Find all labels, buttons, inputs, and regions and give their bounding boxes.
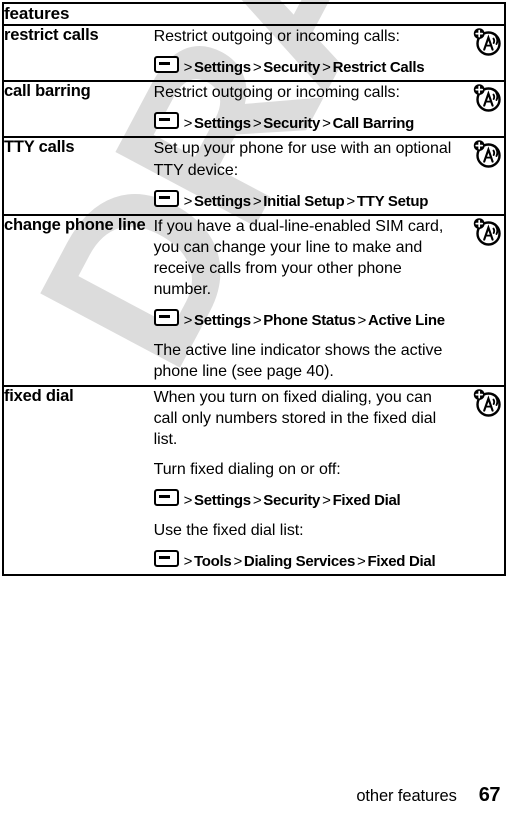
path-separator: >	[183, 553, 193, 571]
description-paragraph: The active line indicator shows the acti…	[153, 342, 443, 381]
path-separator: >	[252, 192, 262, 210]
path-separator: >	[322, 491, 331, 509]
feature-description: Restrict outgoing or incoming calls: > Set…	[153, 23, 455, 82]
path-separator: >	[183, 59, 193, 77]
path-crumb: Dialing Services	[243, 553, 355, 571]
network-a-indicator-icon	[472, 26, 504, 58]
network-a-indicator-icon	[472, 216, 504, 248]
path-crumb: Initial Setup	[263, 192, 345, 210]
path-crumb: Tools	[194, 553, 232, 571]
network-a-indicator-icon	[472, 82, 504, 114]
menu-path-line: > Settings > Security > Restrict Calls	[153, 56, 455, 78]
feature-icon-cell	[454, 136, 505, 215]
description-paragraph: When you turn on fixed dialing, you can …	[153, 388, 437, 448]
menu-key-icon	[153, 189, 179, 207]
path-crumb: Security	[263, 115, 321, 133]
menu-key-icon	[153, 550, 179, 568]
table-header-row: features	[3, 3, 505, 25]
path-separator: >	[183, 115, 193, 133]
path-crumb: Fixed Dial	[367, 553, 436, 571]
menu-path-line: > Settings > Initial Setup > TTY Setup	[153, 189, 455, 212]
path-crumb: Active Line	[368, 312, 445, 330]
path-separator: >	[233, 553, 242, 571]
table-header-label: features	[4, 4, 70, 23]
menu-key-icon	[153, 112, 179, 130]
footer-section-title: other features	[356, 787, 457, 805]
path-crumb: Settings	[194, 59, 251, 77]
path-crumb: Settings	[194, 312, 251, 330]
menu-path: > Settings > Initial Setup > TTY Setup	[153, 189, 429, 210]
description-paragraph: If you have a dual-line-enabled SIM card…	[153, 217, 444, 299]
description-paragraph: Set up your phone for use with an option…	[153, 140, 452, 179]
path-crumb: Settings	[194, 115, 251, 133]
table-row: restrict calls Restrict outgoing or incom…	[3, 23, 505, 82]
description-paragraph: Restrict outgoing or incoming calls:	[153, 28, 400, 45]
features-table: features restrict calls Restrict outgoing …	[2, 2, 506, 577]
feature-label: change phone line	[3, 213, 154, 386]
path-separator: >	[252, 115, 262, 133]
menu-path: > Settings > Phone Status > Active Line	[153, 309, 445, 330]
menu-path: > Settings > Security > Restrict Calls	[153, 56, 425, 77]
description-paragraph: Use the fixed dial list:	[153, 522, 304, 540]
description-paragraph: Turn fixed dialing on or off:	[153, 460, 341, 478]
path-separator: >	[322, 59, 331, 77]
feature-description: Set up your phone for use with an option…	[153, 136, 455, 215]
feature-label: fixed dial	[3, 384, 154, 576]
path-separator: >	[252, 59, 262, 77]
menu-path-line: > Settings > Security > Call Barring	[153, 112, 455, 134]
menu-key-icon	[153, 56, 179, 74]
path-crumb: TTY Setup	[356, 192, 429, 210]
feature-icon-cell	[454, 23, 505, 82]
menu-path-line: > Tools > Dialing Services > Fixed Dial	[153, 550, 455, 572]
description-paragraph: Restrict outgoing or incoming calls:	[153, 84, 400, 102]
manual-page: features restrict calls Restrict outgoing …	[0, 0, 508, 815]
path-separator: >	[252, 312, 262, 330]
table-row: call barring Restrict outgoing or incomin…	[3, 80, 505, 138]
network-a-indicator-icon	[472, 387, 504, 419]
path-crumb: Restrict Calls	[332, 59, 425, 77]
path-crumb: Call Barring	[332, 115, 415, 133]
feature-label: TTY calls	[3, 136, 154, 215]
path-crumb: Phone Status	[263, 312, 356, 330]
path-crumb: Settings	[194, 192, 251, 210]
path-separator: >	[183, 491, 193, 509]
menu-path: > Settings > Security > Fixed Dial	[153, 488, 401, 509]
page-footer: other features 67	[0, 784, 508, 807]
feature-icon-cell	[454, 80, 505, 138]
path-crumb: Security	[263, 59, 321, 77]
menu-key-icon	[153, 309, 179, 327]
menu-path: > Settings > Security > Call Barring	[153, 112, 415, 133]
feature-label: call barring	[3, 80, 154, 138]
path-separator: >	[346, 192, 355, 210]
feature-icon-cell	[454, 213, 505, 386]
network-a-indicator-icon	[472, 138, 504, 170]
menu-path: > Tools > Dialing Services > Fixed Dial	[153, 550, 436, 571]
feature-description: Restrict outgoing or incoming calls: > Set…	[153, 80, 455, 138]
path-separator: >	[183, 192, 193, 210]
feature-description: If you have a dual-line-enabled SIM card…	[153, 213, 455, 386]
path-separator: >	[357, 553, 366, 571]
features-table-body: features restrict calls Restrict outgoing …	[3, 3, 505, 576]
path-crumb: Fixed Dial	[332, 491, 401, 509]
path-separator: >	[322, 115, 331, 133]
menu-path-line: > Settings > Security > Fixed Dial	[153, 488, 455, 511]
path-separator: >	[252, 491, 262, 509]
feature-icon-cell	[454, 384, 505, 576]
menu-key-icon	[153, 488, 179, 506]
menu-path-line: > Settings > Phone Status > Active Line	[153, 309, 455, 331]
path-crumb: Security	[263, 491, 321, 509]
path-separator: >	[357, 312, 367, 330]
table-row: change phone line If you have a dual-line…	[3, 213, 505, 386]
table-row: TTY calls Set up your phone for use with …	[3, 136, 505, 215]
path-crumb: Settings	[194, 491, 251, 509]
feature-description: When you turn on fixed dialing, you can …	[153, 384, 455, 576]
footer-page-number: 67	[478, 784, 501, 806]
path-separator: >	[183, 312, 193, 330]
table-row: fixed dial When you turn on fixed dialing…	[3, 384, 505, 576]
feature-label: restrict calls	[3, 23, 154, 82]
